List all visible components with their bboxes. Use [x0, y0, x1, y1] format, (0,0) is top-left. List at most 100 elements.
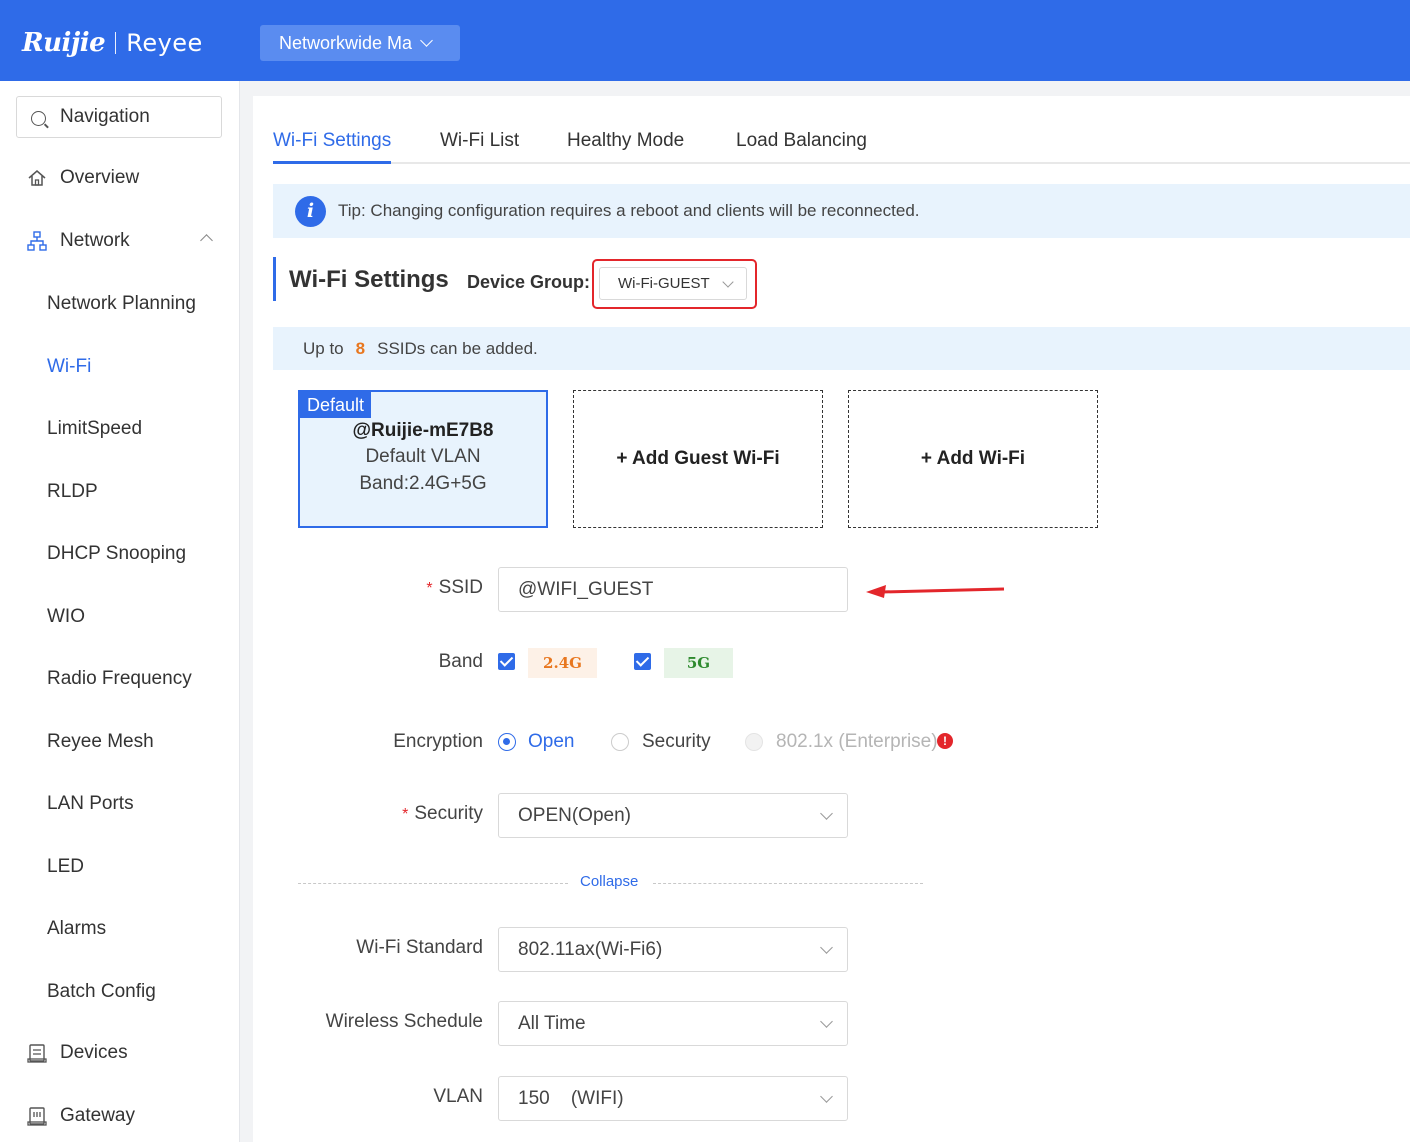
- ssid-limit-count: 8: [355, 338, 366, 358]
- collapse-divider-right: [653, 883, 923, 884]
- sidebar-item-led[interactable]: LED: [47, 856, 84, 878]
- ssid-label-text: SSID: [438, 577, 483, 598]
- encryption-open-label[interactable]: Open: [528, 731, 574, 753]
- band-24g-tag: 2.4G: [528, 648, 597, 678]
- encryption-open-radio[interactable]: [498, 733, 516, 751]
- add-wifi-button[interactable]: + Add Wi-Fi: [848, 390, 1098, 528]
- chevron-up-icon[interactable]: [200, 234, 213, 247]
- chevron-down-icon: [820, 941, 833, 954]
- ssid-label: * SSID: [253, 577, 483, 599]
- chevron-down-icon: [820, 1090, 833, 1103]
- sidebar-item-reyee-mesh[interactable]: Reyee Mesh: [47, 731, 154, 753]
- network-selector[interactable]: Networkwide Ma: [260, 25, 460, 61]
- tab-bar: Wi-Fi Settings Wi-Fi List Healthy Mode L…: [273, 130, 1410, 164]
- wifi-standard-label: Wi-Fi Standard: [356, 937, 483, 958]
- encryption-label: Encryption: [393, 731, 483, 752]
- sidebar-item-overview[interactable]: Overview: [26, 167, 139, 189]
- logo-ruijie: Ruijie: [22, 28, 106, 58]
- ssid-limit-banner: Up to 8 SSIDs can be added.: [273, 327, 1410, 370]
- default-wifi-ssid: @Ruijie-mE7B8: [352, 420, 494, 441]
- warning-icon[interactable]: !: [937, 733, 953, 749]
- network-selector-label: Networkwide Ma: [279, 32, 413, 53]
- encryption-enterprise-radio: [745, 733, 763, 751]
- tab-wifi-settings[interactable]: Wi-Fi Settings: [273, 130, 392, 164]
- network-topology-icon: [27, 231, 47, 251]
- wireless-schedule-select[interactable]: All Time: [498, 1001, 848, 1046]
- default-badge: Default: [300, 392, 372, 418]
- security-select[interactable]: OPEN(Open): [498, 793, 848, 838]
- ssid-input[interactable]: @WIFI_GUEST: [498, 567, 848, 612]
- sidebar-item-network[interactable]: Network: [26, 230, 130, 252]
- sidebar-item-network-planning[interactable]: Network Planning: [47, 293, 196, 315]
- devices-icon: [27, 1044, 47, 1063]
- wifi-standard-value: 802.11ax(Wi-Fi6): [518, 938, 663, 960]
- tab-wifi-list[interactable]: Wi-Fi List: [440, 130, 519, 164]
- chevron-down-icon: [420, 34, 433, 47]
- collapse-divider-left: [298, 883, 568, 884]
- device-group-select[interactable]: Wi-Fi-GUEST: [599, 267, 747, 300]
- sidebar-item-alarms[interactable]: Alarms: [47, 918, 106, 940]
- section-accent-bar: [273, 257, 276, 301]
- chevron-down-icon: [820, 1015, 833, 1028]
- sidebar-item-devices[interactable]: Devices: [26, 1042, 128, 1064]
- vlan-label: VLAN: [433, 1086, 483, 1107]
- logo-reyee: Reyee: [126, 29, 203, 57]
- band-label: Band: [438, 651, 483, 672]
- red-arrow-annotation: [866, 585, 1005, 598]
- sidebar: Navigation Overview Network Network Plan…: [0, 81, 240, 1142]
- default-wifi-vlan: Default VLAN: [365, 446, 481, 467]
- vlan-select[interactable]: 150 (WIFI): [498, 1076, 848, 1121]
- sidebar-item-limitspeed[interactable]: LimitSpeed: [47, 418, 142, 440]
- vlan-value: 150 (WIFI): [518, 1087, 624, 1109]
- sidebar-item-rldp[interactable]: RLDP: [47, 481, 98, 503]
- main-panel: Wi-Fi Settings Wi-Fi List Healthy Mode L…: [253, 96, 1410, 1142]
- device-group-value: Wi-Fi-GUEST: [618, 275, 710, 292]
- gateway-icon: [27, 1107, 47, 1126]
- logo-divider: [115, 32, 117, 54]
- sidebar-item-wio[interactable]: WIO: [47, 606, 85, 628]
- encryption-security-label[interactable]: Security: [642, 731, 711, 753]
- ssid-limit-prefix: Up to: [303, 338, 344, 358]
- security-label-text: Security: [414, 803, 483, 824]
- chevron-down-icon: [820, 807, 833, 820]
- tip-banner: i Tip: Changing configuration requires a…: [273, 184, 1410, 238]
- sidebar-item-gateway[interactable]: Gateway: [26, 1105, 135, 1127]
- required-mark: *: [402, 806, 409, 823]
- sidebar-item-lan-ports[interactable]: LAN Ports: [47, 793, 134, 815]
- search-icon: [31, 110, 46, 126]
- band-24g-checkbox[interactable]: [498, 653, 515, 670]
- sidebar-item-label: Overview: [60, 167, 140, 188]
- info-icon: i: [295, 195, 326, 227]
- ssid-input-value: @WIFI_GUEST: [518, 578, 654, 600]
- navigation-search-label: Navigation: [60, 106, 150, 127]
- section-title: Wi-Fi Settings: [289, 266, 449, 293]
- tip-text: Tip: Changing configuration requires a r…: [338, 201, 920, 220]
- security-select-value: OPEN(Open): [518, 804, 631, 826]
- wifi-standard-select[interactable]: 802.11ax(Wi-Fi6): [498, 927, 848, 972]
- wireless-schedule-value: All Time: [518, 1012, 586, 1034]
- collapse-link[interactable]: Collapse: [580, 873, 638, 890]
- navigation-search[interactable]: Navigation: [16, 96, 222, 138]
- sidebar-item-radio-frequency[interactable]: Radio Frequency: [47, 668, 192, 690]
- tab-load-balancing[interactable]: Load Balancing: [736, 130, 867, 164]
- sidebar-item-dhcp-snooping[interactable]: DHCP Snooping: [47, 543, 186, 565]
- sidebar-item-wifi[interactable]: Wi-Fi: [47, 356, 91, 378]
- default-wifi-card[interactable]: Default @Ruijie-mE7B8 Default VLAN Band:…: [298, 390, 548, 528]
- chevron-down-icon: [721, 275, 734, 288]
- sidebar-item-batch-config[interactable]: Batch Config: [47, 981, 156, 1003]
- encryption-security-radio[interactable]: [611, 733, 629, 751]
- band-5g-tag: 5G: [664, 648, 733, 678]
- home-icon: [28, 170, 46, 186]
- sidebar-item-label: Devices: [60, 1042, 128, 1063]
- default-wifi-band: Band:2.4G+5G: [359, 473, 487, 494]
- ssid-limit-suffix: SSIDs can be added.: [377, 338, 538, 358]
- device-group-label: Device Group:: [467, 272, 591, 292]
- encryption-enterprise-label: 802.1x (Enterprise): [776, 731, 938, 752]
- sidebar-item-label: Gateway: [60, 1105, 135, 1126]
- band-5g-checkbox[interactable]: [634, 653, 651, 670]
- tab-healthy-mode[interactable]: Healthy Mode: [567, 130, 684, 164]
- add-guest-wifi-button[interactable]: + Add Guest Wi-Fi: [573, 390, 823, 528]
- security-label: * Security: [253, 803, 483, 825]
- brand-logo: Ruijie Reyee: [22, 26, 203, 60]
- top-header: Ruijie Reyee Networkwide Ma: [0, 0, 1410, 81]
